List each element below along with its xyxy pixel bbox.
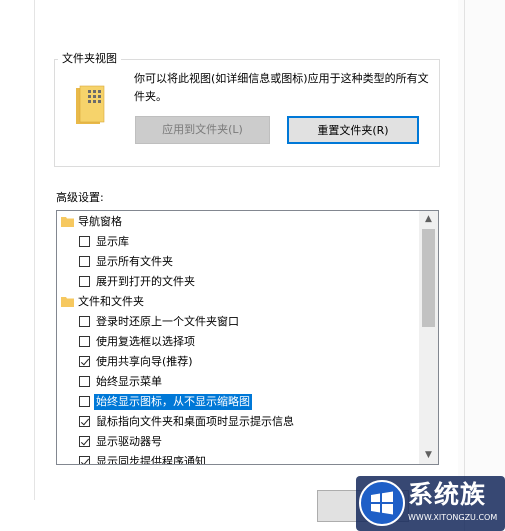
checkbox[interactable] [79,336,90,347]
checkbox[interactable] [79,376,90,387]
folder-options-dialog: 文件夹视图 你可以将此视图(如详细信息或图标)应用于这种类型的所有文件夹。 应用… [0,0,505,531]
tree-checkbox-item[interactable]: 显示库 [57,232,419,252]
tree-checkbox-item[interactable]: 使用复选框以选择项 [57,332,419,352]
folder-icon [61,217,74,227]
advanced-settings-tree[interactable]: 导航窗格显示库显示所有文件夹展开到打开的文件夹文件和文件夹登录时还原上一个文件夹… [56,210,439,465]
scroll-thumb[interactable] [422,229,435,327]
tree-checkbox-item[interactable]: 使用共享向导(推荐) [57,352,419,372]
checkbox[interactable] [79,396,90,407]
checkbox[interactable] [79,316,90,327]
folder-view-title: 文件夹视图 [58,52,121,66]
tree-item-label: 显示驱动器号 [96,435,162,448]
tree-group-label: 导航窗格 [78,215,122,228]
tree-checkbox-item[interactable]: 显示所有文件夹 [57,252,419,272]
tree-group-label: 文件和文件夹 [78,295,144,308]
tree-item-label: 登录时还原上一个文件夹窗口 [96,315,239,328]
tree-group[interactable]: 文件和文件夹 [57,292,419,312]
watermark-brand: 系统族 [408,480,487,509]
checkbox[interactable] [79,436,90,447]
checkbox[interactable] [79,356,90,367]
tree-item-label: 始终显示图标，从不显示缩略图 [94,394,252,410]
tree-item-label: 始终显示菜单 [96,375,162,388]
apply-to-folders-button[interactable]: 应用到文件夹(L) [135,116,270,144]
tree-item-label: 显示所有文件夹 [96,255,173,268]
checkbox[interactable] [79,416,90,427]
tree-checkbox-item[interactable]: 展开到打开的文件夹 [57,272,419,292]
reset-folders-button[interactable]: 重置文件夹(R) [287,116,419,144]
tree-checkbox-item[interactable]: 始终显示菜单 [57,372,419,392]
advanced-settings-label: 高级设置: [56,191,104,204]
tree-scrollbar[interactable]: ▲ ▼ [419,211,438,464]
checkbox[interactable] [79,456,90,464]
tree-item-label: 鼠标指向文件夹和桌面项时显示提示信息 [96,415,294,428]
watermark-logo: 系统族 WWW.XITONGZU.COM [356,476,505,531]
scroll-down-icon[interactable]: ▼ [419,447,438,464]
tree-checkbox-item[interactable]: 显示驱动器号 [57,432,419,452]
tree-item-label: 显示库 [96,235,129,248]
tree-item-label: 使用共享向导(推荐) [96,355,193,368]
tree-checkbox-item[interactable]: 显示同步提供程序通知 [57,452,419,465]
tree-item-label: 显示同步提供程序通知 [96,455,206,465]
tree-checkbox-item[interactable]: 登录时还原上一个文件夹窗口 [57,312,419,332]
watermark-url: WWW.XITONGZU.COM [408,513,498,522]
folder-view-icon [76,85,105,124]
checkbox[interactable] [79,276,90,287]
folder-icon [61,297,74,307]
right-panel [458,0,505,531]
checkbox[interactable] [79,256,90,267]
tree-item-label: 使用复选框以选择项 [96,335,195,348]
scroll-up-icon[interactable]: ▲ [419,211,438,228]
advanced-settings-list: 导航窗格显示库显示所有文件夹展开到打开的文件夹文件和文件夹登录时还原上一个文件夹… [57,211,419,465]
tree-checkbox-item[interactable]: 鼠标指向文件夹和桌面项时显示提示信息 [57,412,419,432]
tree-checkbox-item[interactable]: 始终显示图标，从不显示缩略图 [57,392,419,412]
checkbox[interactable] [79,236,90,247]
folder-view-description: 你可以将此视图(如详细信息或图标)应用于这种类型的所有文件夹。 [134,72,429,103]
tree-item-label: 展开到打开的文件夹 [96,275,195,288]
tree-group[interactable]: 导航窗格 [57,212,419,232]
